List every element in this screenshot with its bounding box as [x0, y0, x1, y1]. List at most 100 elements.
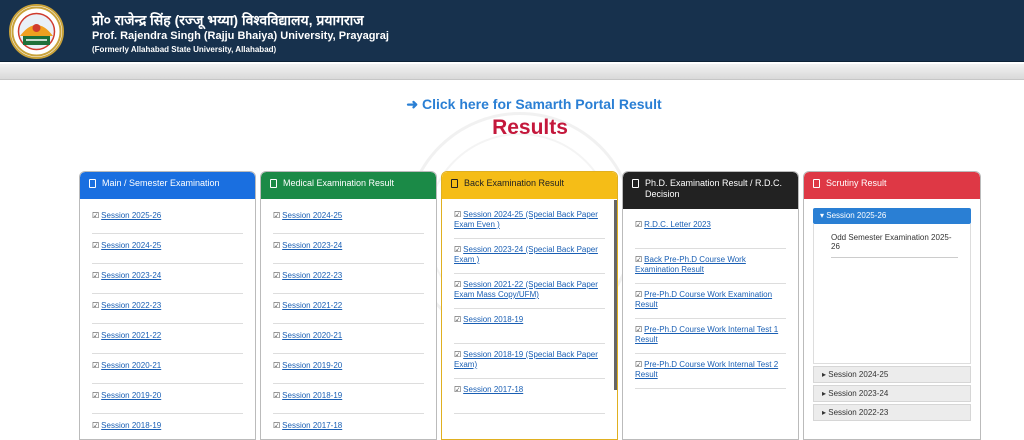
list-item[interactable]: ☑ Session 2018-19	[454, 309, 605, 344]
checkbox-icon: ☑	[92, 241, 100, 250]
back-exam-panel: Back Examination Result ☑ Session 2024-25…	[441, 171, 618, 440]
result-link[interactable]: Session 2019-20	[282, 361, 342, 370]
list-item[interactable]: ☑ Session 2018-19	[273, 384, 424, 414]
result-link[interactable]: Session 2024-25	[101, 241, 161, 250]
document-icon	[89, 179, 96, 188]
result-link[interactable]: Session 2021-22	[282, 301, 342, 310]
result-link[interactable]: Session 2023-24	[101, 271, 161, 280]
list-item[interactable]: ☑ Session 2023-24	[92, 264, 243, 294]
checkbox-icon: ☑	[92, 301, 100, 310]
scrutiny-result-link[interactable]: Odd Semester Examination 2025-26	[831, 233, 958, 258]
result-link[interactable]: Pre-Ph.D Course Work Internal Test 2 Res…	[635, 360, 778, 379]
list-item[interactable]: ☑ Session 2019-20	[92, 384, 243, 414]
result-link[interactable]: Session 2018-19	[101, 421, 161, 430]
checkbox-icon: ☑	[454, 350, 462, 359]
back-exam-title: Back Examination Result	[464, 178, 565, 188]
checkbox-icon: ☑	[454, 280, 462, 289]
result-link[interactable]: Pre-Ph.D Course Work Examination Result	[635, 290, 772, 309]
list-item[interactable]: ☑ Pre-Ph.D Course Work Examination Result	[635, 284, 786, 319]
checkbox-icon: ☑	[92, 271, 100, 280]
accordion-session-item[interactable]: ▸ Session 2024-25	[813, 366, 971, 383]
document-icon	[813, 179, 820, 188]
result-link[interactable]: Session 2024-25 (Special Back Paper Exam…	[454, 210, 598, 229]
checkbox-icon: ☑	[635, 220, 643, 229]
result-link[interactable]: Session 2020-21	[282, 331, 342, 340]
result-link[interactable]: R.D.C. Letter 2023	[644, 220, 711, 229]
checkbox-icon: ☑	[635, 255, 643, 264]
result-link[interactable]: Session 2020-21	[101, 361, 161, 370]
result-link[interactable]: Session 2022-23	[282, 271, 342, 280]
medical-exam-title: Medical Examination Result	[283, 178, 395, 188]
checkbox-icon: ☑	[273, 271, 281, 280]
list-item[interactable]: ☑ Pre-Ph.D Course Work Internal Test 2 Re…	[635, 354, 786, 389]
checkbox-icon: ☑	[92, 361, 100, 370]
list-item[interactable]: ☑ Session 2018-19 (Special Back Paper Exa…	[454, 344, 605, 379]
list-item[interactable]: ☑ Session 2019-20	[273, 354, 424, 384]
result-link[interactable]: Session 2018-19 (Special Back Paper Exam…	[454, 350, 598, 369]
result-link[interactable]: Session 2022-23	[101, 301, 161, 310]
scrutiny-panel: Scrutiny Result ▾ Session 2025-26 Odd Se…	[803, 171, 981, 440]
checkbox-icon: ☑	[635, 360, 643, 369]
list-item[interactable]: ☑ Session 2017-18	[273, 414, 424, 439]
accordion-session-item[interactable]: ▸ Session 2023-24	[813, 385, 971, 402]
result-link[interactable]: Pre-Ph.D Course Work Internal Test 1 Res…	[635, 325, 778, 344]
university-logo[interactable]	[9, 4, 64, 59]
result-link[interactable]: Session 2018-19	[282, 391, 342, 400]
site-header: प्रो० राजेन्द्र सिंह (रज्जू भय्या) विश्व…	[0, 0, 1024, 62]
main-exam-header: Main / Semester Examination	[80, 172, 255, 199]
list-item[interactable]: ☑ Session 2022-23	[273, 264, 424, 294]
accordion-item-label: Session 2022-23	[828, 408, 889, 417]
result-link[interactable]: Session 2025-26	[101, 211, 161, 220]
back-exam-list: ☑ Session 2024-25 (Special Back Paper Exa…	[442, 199, 617, 414]
result-link[interactable]: Session 2017-18	[463, 385, 523, 394]
accordion-item-label: Session 2024-25	[828, 370, 889, 379]
medical-exam-list: ☑ Session 2024-25 ☑ Session 2023-24 ☑ Session…	[261, 199, 436, 439]
list-item[interactable]: ☑ Session 2020-21	[92, 354, 243, 384]
result-link[interactable]: Session 2019-20	[101, 391, 161, 400]
checkbox-icon: ☑	[635, 290, 643, 299]
list-item[interactable]: ☑ Session 2021-22	[273, 294, 424, 324]
list-item[interactable]: ☑ Session 2023-24	[273, 234, 424, 264]
accordion-session-active[interactable]: ▾ Session 2025-26	[813, 208, 971, 224]
result-link[interactable]: Session 2018-19	[463, 315, 523, 324]
list-item[interactable]: ☑ Session 2022-23	[92, 294, 243, 324]
list-item[interactable]: ☑ Session 2021-22 (Special Back Paper Exa…	[454, 274, 605, 309]
list-item[interactable]: ☑ Session 2018-19	[92, 414, 243, 439]
list-item[interactable]: ☑ Session 2021-22	[92, 324, 243, 354]
samarth-portal-link[interactable]: ➜ Click here for Samarth Portal Result	[0, 96, 1024, 113]
phd-exam-list: ☑ R.D.C. Letter 2023 ☑ Back Pre-Ph.D Course…	[623, 209, 798, 389]
result-link[interactable]: Session 2017-18	[282, 421, 342, 430]
list-item[interactable]: ☑ Back Pre-Ph.D Course Work Examination R…	[635, 249, 786, 284]
document-icon	[270, 179, 277, 188]
result-link[interactable]: Session 2023-24	[282, 241, 342, 250]
list-item[interactable]: ☑ Pre-Ph.D Course Work Internal Test 1 Re…	[635, 319, 786, 354]
checkbox-icon: ☑	[92, 211, 100, 220]
list-item[interactable]: ☑ Session 2024-25	[92, 234, 243, 264]
main-exam-panel: Main / Semester Examination ☑ Session 202…	[79, 171, 256, 440]
result-link[interactable]: Back Pre-Ph.D Course Work Examination Re…	[635, 255, 746, 274]
list-item[interactable]: ☑ Session 2024-25	[273, 204, 424, 234]
checkbox-icon: ☑	[92, 391, 100, 400]
result-link[interactable]: Session 2021-22	[101, 331, 161, 340]
list-item[interactable]: ☑ Session 2024-25 (Special Back Paper Exa…	[454, 204, 605, 239]
checkbox-icon: ☑	[273, 211, 281, 220]
list-item[interactable]: ☑ Session 2017-18	[454, 379, 605, 414]
checkbox-icon: ☑	[273, 391, 281, 400]
list-item[interactable]: ☑ R.D.C. Letter 2023	[635, 214, 786, 249]
phd-exam-panel: Ph.D. Examination Result / R.D.C. Decisi…	[622, 171, 799, 440]
scrutiny-title: Scrutiny Result	[826, 178, 887, 188]
back-exam-header: Back Examination Result	[442, 172, 617, 199]
university-name-hindi: प्रो० राजेन्द्र सिंह (रज्जू भय्या) विश्व…	[92, 12, 364, 28]
result-link[interactable]: Session 2023-24 (Special Back Paper Exam…	[454, 245, 598, 264]
accordion-session-item[interactable]: ▸ Session 2022-23	[813, 404, 971, 421]
list-item[interactable]: ☑ Session 2025-26	[92, 204, 243, 234]
page-title: Results	[492, 116, 568, 139]
university-former-name: (Formerly Allahabad State University, Al…	[92, 45, 277, 54]
list-item[interactable]: ☑ Session 2020-21	[273, 324, 424, 354]
checkbox-icon: ☑	[92, 421, 100, 430]
checkbox-icon: ☑	[273, 241, 281, 250]
scrollbar[interactable]	[614, 200, 617, 390]
result-link[interactable]: Session 2021-22 (Special Back Paper Exam…	[454, 280, 598, 299]
list-item[interactable]: ☑ Session 2023-24 (Special Back Paper Exa…	[454, 239, 605, 274]
result-link[interactable]: Session 2024-25	[282, 211, 342, 220]
